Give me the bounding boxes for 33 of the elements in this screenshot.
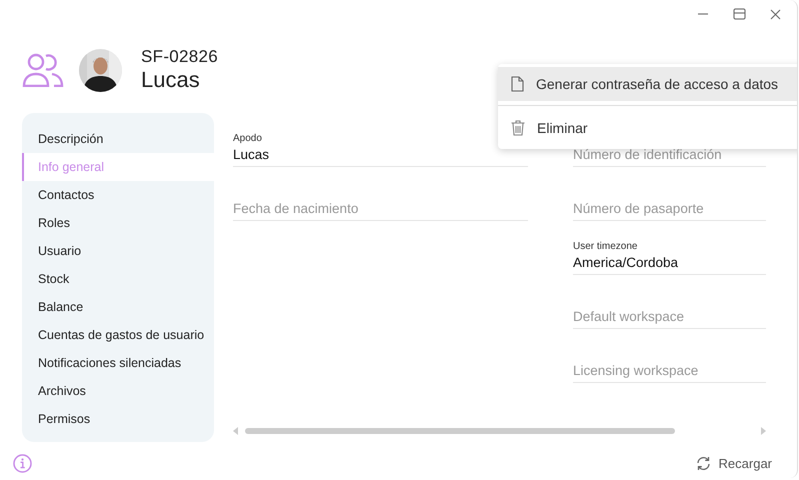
field-label: Apodo	[233, 133, 263, 145]
reload-button[interactable]: Recargar	[696, 454, 772, 473]
scroll-left-icon[interactable]	[233, 427, 239, 435]
people-icon	[22, 53, 64, 87]
scroll-right-icon[interactable]	[760, 427, 766, 435]
sidebar-item[interactable]: Notificaciones silenciadas	[22, 349, 214, 377]
document-icon	[511, 76, 524, 92]
input-field[interactable]: Default workspace	[573, 307, 766, 329]
record-name: Lucas	[141, 67, 201, 93]
input-field[interactable]: Fecha de nacimiento	[233, 199, 528, 221]
menu-item[interactable]: Eliminar	[498, 111, 797, 145]
menu-item[interactable]: Generar contraseña de acceso a datos	[498, 67, 797, 101]
input-field[interactable]: Número de identificación	[573, 145, 766, 167]
sidebar-item[interactable]: Archivos	[22, 377, 214, 405]
refresh-icon	[696, 456, 711, 471]
scrollbar-thumb[interactable]	[245, 428, 675, 434]
input-field[interactable]: Número de pasaporte	[573, 199, 766, 221]
sidebar-item[interactable]: Balance	[22, 293, 214, 321]
sidebar-item[interactable]: Stock	[22, 265, 214, 293]
maximize-icon[interactable]	[733, 8, 746, 20]
info-icon[interactable]	[13, 454, 32, 473]
input-field[interactable]: Licensing workspace	[573, 361, 766, 383]
trash-icon	[511, 120, 525, 136]
sidebar-item[interactable]: Usuario	[22, 237, 214, 265]
sidebar-item[interactable]: Cuentas de gastos de usuario	[22, 321, 214, 349]
record-code: SF-02826	[141, 47, 218, 67]
sidebar-item[interactable]: Roles	[22, 209, 214, 237]
sidebar-item[interactable]: Descripción	[22, 125, 214, 153]
input-field[interactable]: America/Cordoba	[573, 253, 766, 275]
field-label: User timezone	[573, 241, 638, 253]
close-icon[interactable]	[770, 8, 781, 20]
sidebar-item[interactable]: Contactos	[22, 181, 214, 209]
sidebar-item[interactable]: Permisos	[22, 405, 214, 433]
